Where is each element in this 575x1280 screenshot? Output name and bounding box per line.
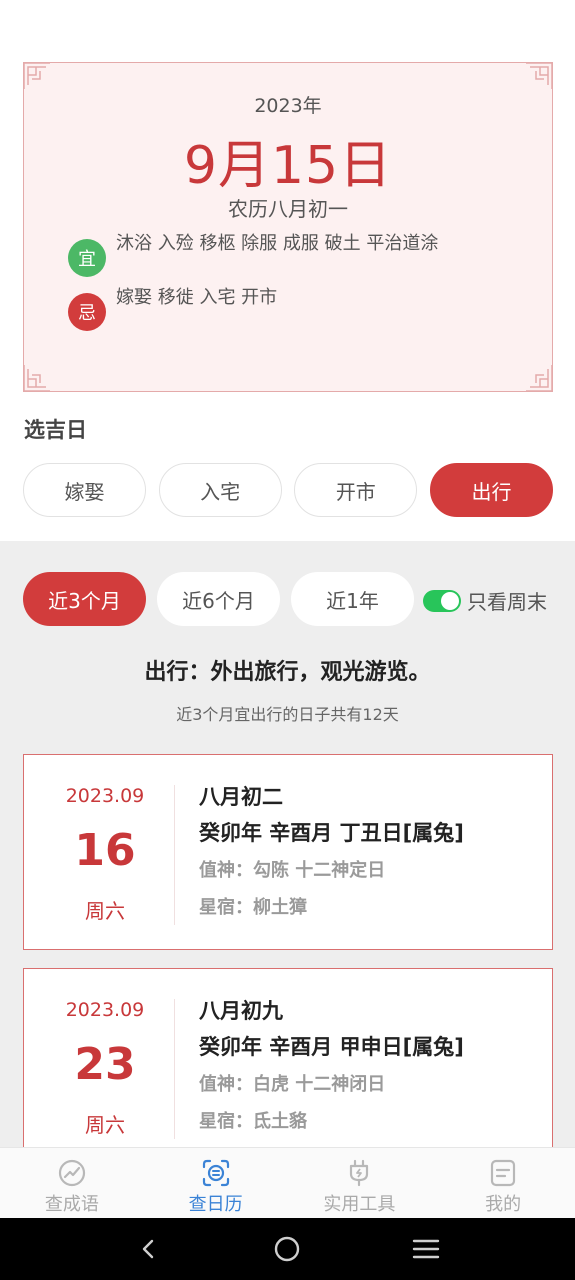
day-ganzhi: 癸卯年 辛酉月 丁丑日[属兔] [199, 821, 464, 845]
range-button-1-year[interactable]: 近1年 [291, 572, 414, 626]
avoid-text: 嫁娶 移徙 入宅 开市 [116, 287, 278, 308]
menu-button[interactable] [406, 1229, 446, 1269]
trend-icon [58, 1159, 85, 1187]
corner-ornament-icon [23, 62, 50, 89]
home-circle-icon [275, 1236, 300, 1262]
corner-ornament-icon [23, 365, 50, 392]
day-weekday: 周六 [85, 899, 125, 923]
results-panel: 近3个月 近6个月 近1年 只看周末 出行：外出旅行，观光游览。 近3个月宜出行… [0, 541, 575, 1147]
system-nav-bar [0, 1218, 575, 1280]
day-duty-god: 值神：白虎 十二神闭日 [199, 1074, 386, 1095]
nav-label: 查日历 [188, 1194, 243, 1215]
menu-icon [412, 1239, 440, 1259]
nav-item-tools[interactable]: 实用工具 [288, 1148, 432, 1218]
nav-label: 我的 [485, 1194, 522, 1215]
category-button-travel[interactable]: 出行 [429, 463, 553, 517]
day-constellation: 星宿：氐土貉 [199, 1111, 307, 1132]
day-card[interactable]: 2023.09 23 周六 八月初九 癸卯年 辛酉月 甲申日[属兔] 值神：白虎… [23, 968, 553, 1147]
suitable-text: 沐浴 入殓 移柩 除服 成服 破土 平治道涂 [116, 233, 439, 254]
divider [174, 999, 175, 1139]
day-duty-god: 值神：勾陈 十二神定日 [199, 860, 386, 881]
range-buttons: 近3个月 近6个月 近1年 [23, 572, 425, 626]
toggle-switch[interactable] [423, 589, 461, 612]
corner-ornament-icon [526, 62, 553, 89]
day-lunar-date: 八月初九 [199, 999, 283, 1023]
nav-label: 查成语 [44, 1194, 99, 1215]
range-button-6-months[interactable]: 近6个月 [157, 572, 280, 626]
category-buttons: 嫁娶 入宅 开市 出行 [23, 463, 553, 517]
nav-item-calendar[interactable]: 查日历 [144, 1148, 288, 1218]
avoid-row: 忌 嫁娶 移徙 入宅 开市 [68, 285, 277, 331]
corner-ornament-icon [526, 365, 553, 392]
weekend-only-label: 只看周末 [467, 590, 547, 614]
home-button[interactable] [267, 1229, 307, 1269]
category-button-marriage[interactable]: 嫁娶 [23, 463, 146, 517]
profile-card-icon [491, 1159, 516, 1187]
day-number: 16 [74, 825, 136, 876]
category-button-open-business[interactable]: 开市 [294, 463, 418, 517]
calendar-date: 9月15日 [183, 136, 393, 196]
divider [174, 785, 175, 925]
calendar-scan-icon [202, 1159, 229, 1187]
day-weekday: 周六 [85, 1113, 125, 1137]
weekend-only-toggle[interactable]: 只看周末 [423, 586, 547, 615]
nav-item-idioms[interactable]: 查成语 [0, 1148, 144, 1218]
day-constellation: 星宿：柳土獐 [199, 897, 307, 918]
nav-item-profile[interactable]: 我的 [431, 1148, 575, 1218]
nav-label: 实用工具 [323, 1194, 396, 1215]
day-ganzhi: 癸卯年 辛酉月 甲申日[属兔] [199, 1035, 464, 1059]
category-button-move-in[interactable]: 入宅 [158, 463, 282, 517]
suitable-badge: 宜 [68, 239, 106, 277]
day-number: 23 [74, 1039, 136, 1090]
day-card[interactable]: 2023.09 16 周六 八月初二 癸卯年 辛酉月 丁丑日[属兔] 值神：勾陈… [23, 754, 553, 950]
day-month: 2023.09 [65, 785, 145, 807]
range-button-3-months[interactable]: 近3个月 [23, 572, 146, 626]
suitable-row: 宜 沐浴 入殓 移柩 除服 成服 破土 平治道涂 [68, 231, 438, 277]
choose-day-title: 选吉日 [24, 418, 87, 442]
result-headline: 出行：外出旅行，观光游览。 [144, 660, 431, 685]
calendar-lunar-date: 农历八月初一 [228, 197, 348, 221]
calendar-year: 2023年 [254, 95, 322, 117]
back-button[interactable] [129, 1229, 169, 1269]
result-summary: 近3个月宜出行的日子共有12天 [176, 705, 399, 724]
avoid-badge: 忌 [68, 293, 106, 331]
today-calendar-card: 2023年 9月15日 农历八月初一 宜 沐浴 入殓 移柩 除服 成服 破土 平… [23, 62, 553, 392]
day-month: 2023.09 [65, 999, 145, 1021]
day-lunar-date: 八月初二 [199, 785, 283, 809]
back-icon [142, 1239, 154, 1259]
bottom-nav: 查成语 查日历 实用工具 我的 [0, 1147, 575, 1218]
plug-icon [350, 1159, 369, 1187]
